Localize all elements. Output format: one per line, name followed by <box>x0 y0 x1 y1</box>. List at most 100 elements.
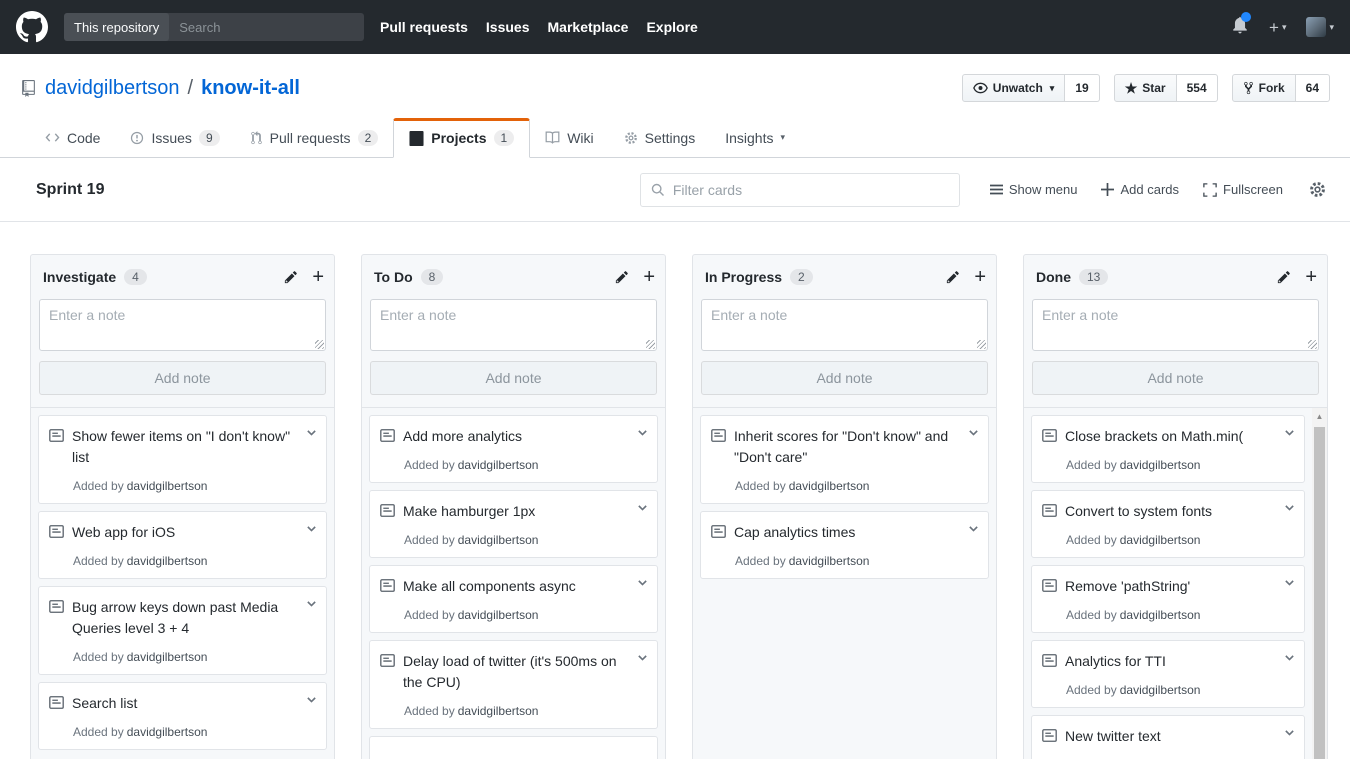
user-menu[interactable]: ▾ <box>1306 17 1334 37</box>
card-menu-chevron-icon[interactable] <box>636 426 649 439</box>
notifications-bell-icon[interactable] <box>1231 16 1249 39</box>
project-card[interactable]: Analytics for TTI Added bydavidgilbertso… <box>1031 640 1305 708</box>
resize-grip-icon[interactable] <box>646 340 655 349</box>
card-author-link[interactable]: davidgilbertson <box>1120 533 1201 547</box>
card-menu-chevron-icon[interactable] <box>967 426 980 439</box>
tab-settings[interactable]: Settings <box>609 118 711 157</box>
edit-column-icon[interactable] <box>1277 270 1291 284</box>
project-card[interactable]: New twitter text Added bydavidgilbertson <box>1031 715 1305 759</box>
tab-pull-requests[interactable]: Pull requests 2 <box>235 118 394 157</box>
filter-cards-input[interactable] <box>673 182 949 198</box>
watchers-count[interactable]: 19 <box>1065 74 1099 102</box>
card-author-link[interactable]: davidgilbertson <box>1120 458 1201 472</box>
card-menu-chevron-icon[interactable] <box>636 576 649 589</box>
card-title[interactable]: Close brackets on Math.min( <box>1065 426 1243 447</box>
card-title[interactable]: Remove 'pathString' <box>1065 576 1190 597</box>
card-menu-chevron-icon[interactable] <box>1283 576 1296 589</box>
project-card[interactable]: Web app for iOS Added bydavidgilbertson <box>38 511 327 579</box>
card-menu-chevron-icon[interactable] <box>967 522 980 535</box>
add-card-icon[interactable]: + <box>643 267 655 287</box>
project-card[interactable]: Convert to system fonts Added bydavidgil… <box>1031 490 1305 558</box>
card-menu-chevron-icon[interactable] <box>636 501 649 514</box>
project-card[interactable]: Close brackets on Math.min( Added bydavi… <box>1031 415 1305 483</box>
add-note-button[interactable]: Add note <box>370 361 657 395</box>
create-new-menu[interactable]: + ▾ <box>1269 19 1286 36</box>
scroll-up-icon[interactable]: ▲ <box>1312 408 1327 425</box>
stars-count[interactable]: 554 <box>1177 74 1218 102</box>
tab-insights[interactable]: Insights ▾ <box>710 118 800 157</box>
card-title[interactable]: New twitter text <box>1065 726 1161 747</box>
card-title[interactable]: Make hamburger 1px <box>403 501 535 522</box>
card-title[interactable]: Analytics for TTI <box>1065 651 1166 672</box>
edit-column-icon[interactable] <box>615 270 629 284</box>
forks-count[interactable]: 64 <box>1296 74 1330 102</box>
tab-wiki[interactable]: Wiki <box>530 118 608 157</box>
card-author-link[interactable]: davidgilbertson <box>789 479 870 493</box>
add-card-icon[interactable]: + <box>974 267 986 287</box>
add-note-button[interactable]: Add note <box>1032 361 1319 395</box>
resize-grip-icon[interactable] <box>315 340 324 349</box>
add-card-icon[interactable]: + <box>1305 267 1317 287</box>
card-title[interactable]: Bug arrow keys down past Media Queries l… <box>72 597 298 639</box>
nav-issues[interactable]: Issues <box>486 19 530 35</box>
edit-column-icon[interactable] <box>946 270 960 284</box>
add-note-button[interactable]: Add note <box>701 361 988 395</box>
star-button[interactable]: ★ Star <box>1114 74 1177 102</box>
edit-column-icon[interactable] <box>284 270 298 284</box>
column-scrollbar[interactable]: ▲ <box>1312 408 1327 759</box>
card-title[interactable]: Show fewer items on "I don't know" list <box>72 426 298 468</box>
card-menu-chevron-icon[interactable] <box>1283 651 1296 664</box>
repo-owner-link[interactable]: davidgilbertson <box>45 77 180 100</box>
project-card[interactable]: Added by <box>369 736 658 759</box>
card-title[interactable]: Add more analytics <box>403 426 522 447</box>
resize-grip-icon[interactable] <box>977 340 986 349</box>
project-card[interactable]: Make hamburger 1px Added bydavidgilberts… <box>369 490 658 558</box>
add-card-icon[interactable]: + <box>312 267 324 287</box>
repo-name-link[interactable]: know-it-all <box>201 77 300 100</box>
card-menu-chevron-icon[interactable] <box>305 597 318 610</box>
project-card[interactable]: Bug arrow keys down past Media Queries l… <box>38 586 327 675</box>
card-title[interactable]: Search list <box>72 693 137 714</box>
add-note-button[interactable]: Add note <box>39 361 326 395</box>
project-settings-gear-icon[interactable] <box>1309 181 1326 198</box>
card-author-link[interactable]: davidgilbertson <box>127 725 208 739</box>
note-input[interactable] <box>370 299 657 351</box>
add-cards-button[interactable]: Add cards <box>1101 182 1179 197</box>
card-author-link[interactable]: davidgilbertson <box>458 608 539 622</box>
project-card[interactable]: Show fewer items on "I don't know" list … <box>38 415 327 504</box>
tab-code[interactable]: Code <box>30 118 115 157</box>
nav-marketplace[interactable]: Marketplace <box>548 19 629 35</box>
card-title[interactable]: Web app for iOS <box>72 522 175 543</box>
project-card[interactable]: Inherit scores for "Don't know" and "Don… <box>700 415 989 504</box>
show-menu-button[interactable]: Show menu <box>990 182 1078 197</box>
github-logo-icon[interactable] <box>16 11 48 43</box>
card-menu-chevron-icon[interactable] <box>1283 501 1296 514</box>
nav-pull-requests[interactable]: Pull requests <box>380 19 468 35</box>
card-author-link[interactable]: davidgilbertson <box>127 554 208 568</box>
card-author-link[interactable]: davidgilbertson <box>458 704 539 718</box>
fork-button[interactable]: Fork <box>1232 74 1296 102</box>
card-title[interactable]: Make all components async <box>403 576 576 597</box>
note-input[interactable] <box>701 299 988 351</box>
card-author-link[interactable]: davidgilbertson <box>127 479 208 493</box>
nav-explore[interactable]: Explore <box>646 19 697 35</box>
card-author-link[interactable]: davidgilbertson <box>127 650 208 664</box>
card-menu-chevron-icon[interactable] <box>1283 426 1296 439</box>
project-card[interactable]: Search list Added bydavidgilbertson <box>38 682 327 750</box>
card-author-link[interactable]: davidgilbertson <box>1120 683 1201 697</box>
card-menu-chevron-icon[interactable] <box>305 426 318 439</box>
card-author-link[interactable]: davidgilbertson <box>458 533 539 547</box>
resize-grip-icon[interactable] <box>1308 340 1317 349</box>
project-card[interactable]: Delay load of twitter (it's 500ms on the… <box>369 640 658 729</box>
unwatch-button[interactable]: Unwatch ▾ <box>962 74 1066 102</box>
fullscreen-button[interactable]: Fullscreen <box>1203 182 1283 197</box>
project-card[interactable]: Add more analytics Added bydavidgilberts… <box>369 415 658 483</box>
card-title[interactable]: Delay load of twitter (it's 500ms on the… <box>403 651 629 693</box>
card-author-link[interactable]: davidgilbertson <box>789 554 870 568</box>
card-menu-chevron-icon[interactable] <box>636 651 649 664</box>
scrollbar-thumb[interactable] <box>1314 427 1325 759</box>
note-input[interactable] <box>39 299 326 351</box>
tab-projects[interactable]: Projects 1 <box>393 118 530 158</box>
card-author-link[interactable]: davidgilbertson <box>1120 608 1201 622</box>
project-card[interactable]: Make all components async Added bydavidg… <box>369 565 658 633</box>
